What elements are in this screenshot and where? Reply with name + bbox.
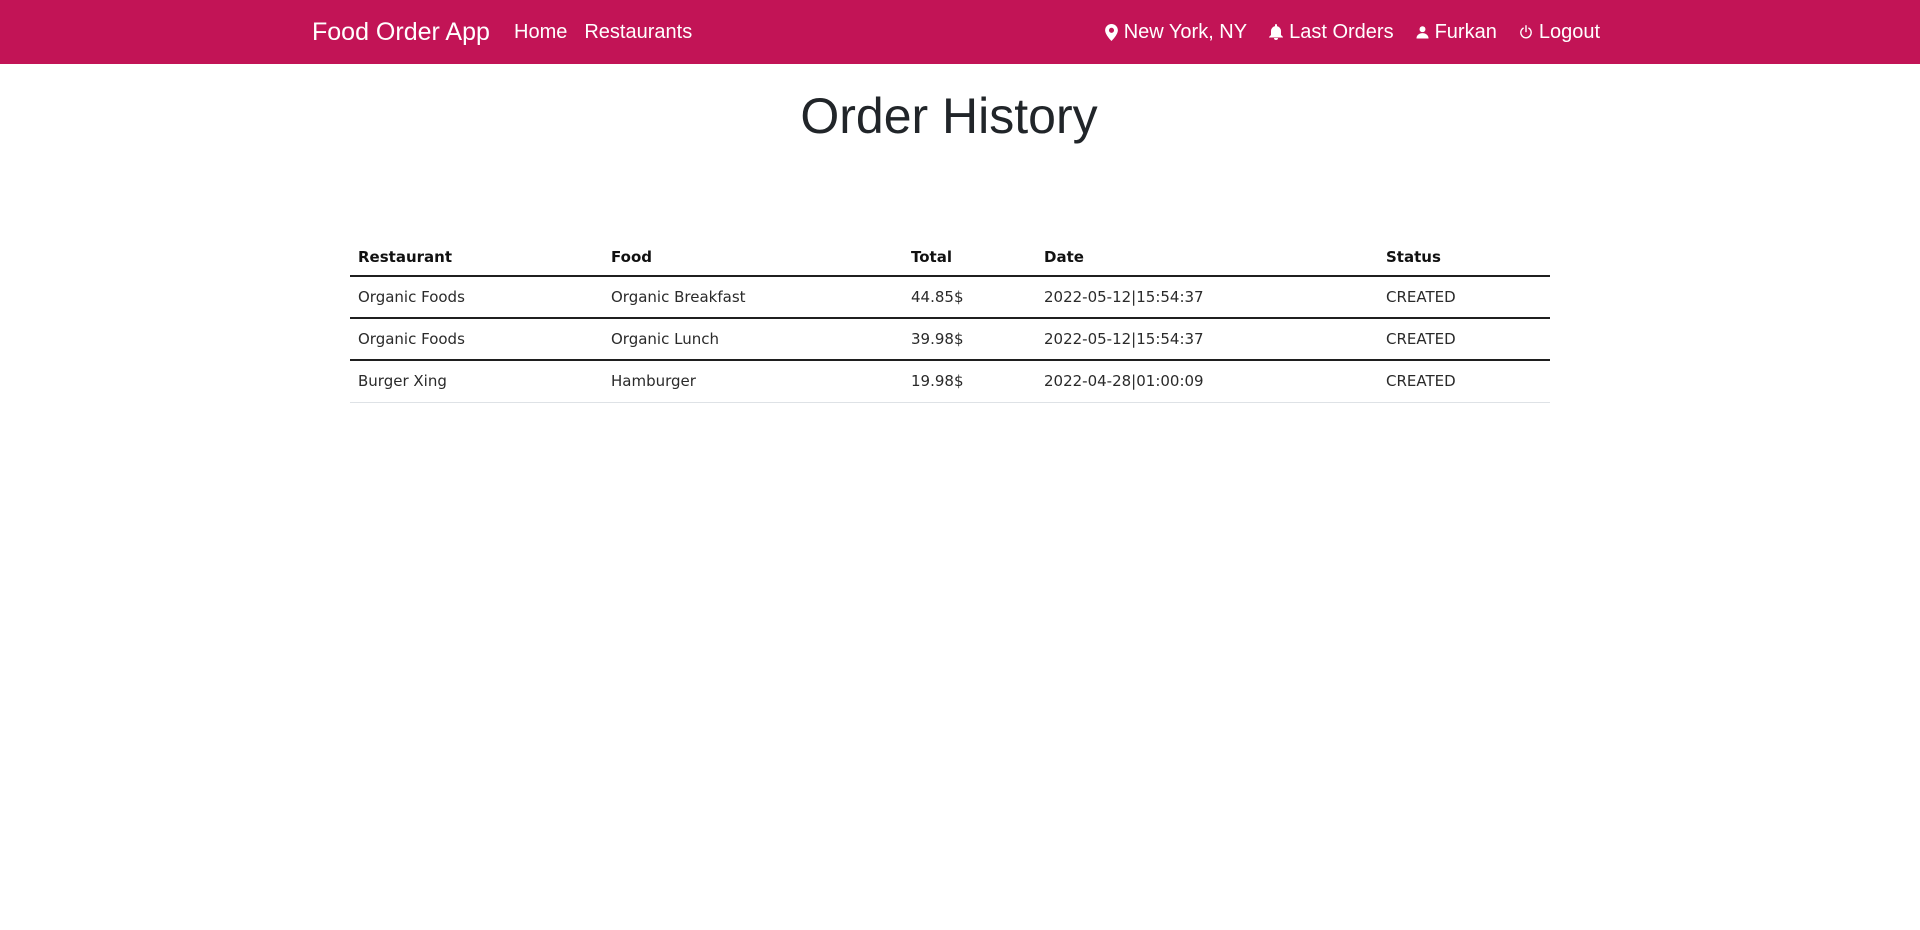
last-orders-label: Last Orders [1289, 20, 1394, 43]
cell-status: CREATED [1378, 318, 1550, 361]
user-link[interactable]: Furkan [1416, 21, 1497, 44]
cell-status: CREATED [1378, 276, 1550, 319]
table-header-row: Restaurant Food Total Date Status [350, 234, 1550, 277]
table-row: Organic Foods Organic Lunch 39.98$ 2022-… [350, 318, 1550, 361]
bell-icon [1269, 24, 1284, 40]
order-history-table: Restaurant Food Total Date Status Organi… [350, 234, 1550, 403]
header-restaurant: Restaurant [350, 234, 603, 277]
top-navbar: Food Order App Home Restaurants New York… [0, 0, 1920, 64]
table-header: Restaurant Food Total Date Status [350, 234, 1550, 277]
nav-right-group: New York, NY Last Orders Furkan Logout [1104, 0, 1600, 64]
cell-food: Hamburger [603, 360, 903, 403]
logout-link[interactable]: Logout [1519, 21, 1600, 44]
header-date: Date [1036, 234, 1378, 277]
page-title: Order History [800, 88, 1098, 144]
logout-label: Logout [1538, 20, 1600, 43]
cell-total: 19.98$ [903, 360, 1036, 403]
brand-link[interactable]: Food Order App [312, 0, 490, 64]
table-row: Burger Xing Hamburger 19.98$ 2022-04-28|… [350, 360, 1550, 403]
location-link[interactable]: New York, NY [1104, 20, 1248, 44]
cell-status: CREATED [1378, 360, 1550, 403]
cell-date: 2022-05-12|15:54:37 [1036, 318, 1378, 361]
nav-link-home-label: Home [514, 20, 568, 43]
header-total: Total [903, 234, 1036, 277]
cell-restaurant: Organic Foods [350, 276, 603, 319]
cell-restaurant: Burger Xing [350, 360, 603, 403]
cell-food: Organic Lunch [603, 318, 903, 361]
cell-food: Organic Breakfast [603, 276, 903, 319]
user-label: Furkan [1434, 20, 1497, 43]
cell-total: 39.98$ [903, 318, 1036, 361]
nav-link-restaurants-label: Restaurants [584, 20, 693, 43]
location-label: New York, NY [1123, 20, 1248, 43]
header-food: Food [603, 234, 903, 277]
person-icon [1416, 25, 1429, 39]
table-body: Organic Foods Organic Breakfast 44.85$ 2… [350, 276, 1550, 403]
cell-date: 2022-05-12|15:54:37 [1036, 276, 1378, 319]
cell-total: 44.85$ [903, 276, 1036, 319]
table-row: Organic Foods Organic Breakfast 44.85$ 2… [350, 276, 1550, 319]
nav-link-home[interactable]: Home [514, 21, 567, 44]
nav-link-restaurants[interactable]: Restaurants [584, 21, 692, 44]
header-status: Status [1378, 234, 1550, 277]
power-icon [1519, 25, 1533, 39]
nav-left-group: Home Restaurants [514, 0, 692, 64]
last-orders-link[interactable]: Last Orders [1269, 20, 1394, 44]
cell-restaurant: Organic Foods [350, 318, 603, 361]
cell-date: 2022-04-28|01:00:09 [1036, 360, 1378, 403]
location-pin-icon [1104, 23, 1118, 41]
